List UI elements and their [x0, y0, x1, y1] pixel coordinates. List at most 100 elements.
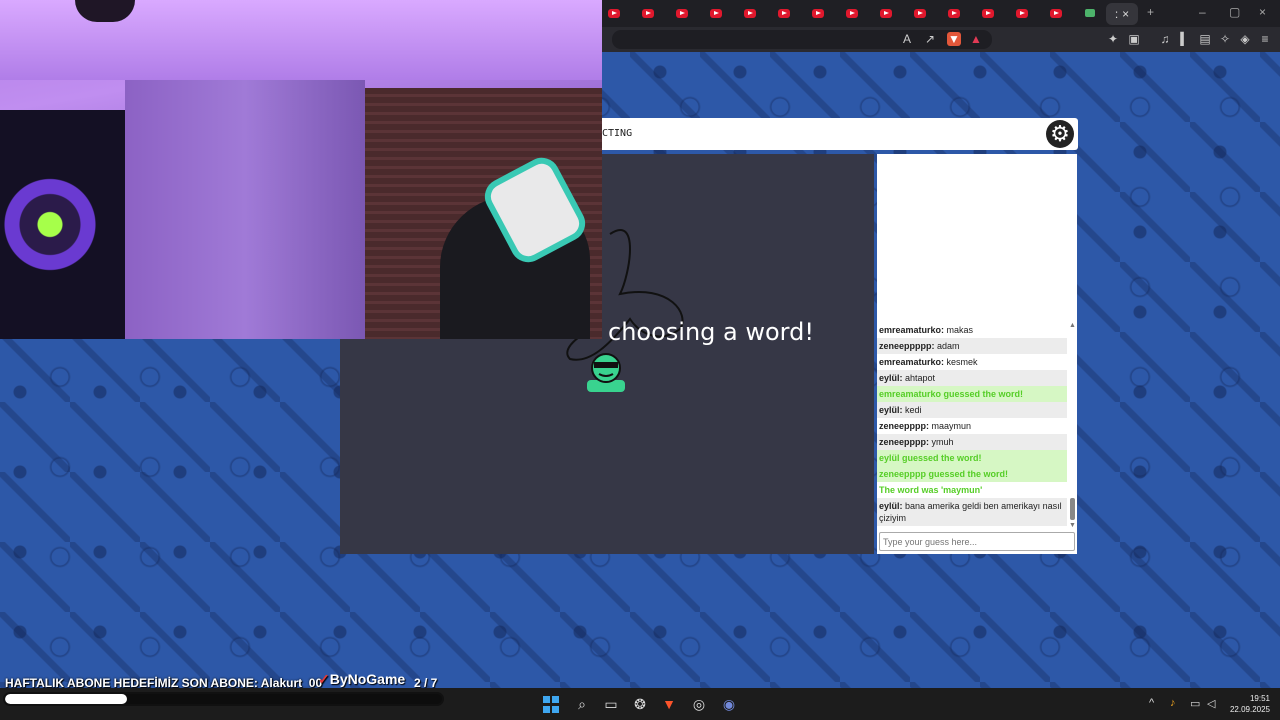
volume-icon[interactable]: ◁: [1207, 697, 1215, 710]
chatgpt-icon[interactable]: ❂: [631, 695, 649, 713]
player-avatar: [587, 353, 625, 392]
maximize-button[interactable]: ▢: [1229, 5, 1240, 19]
youtube-icon: [846, 8, 858, 18]
chat-message: eylül: ahtapot: [877, 370, 1067, 386]
chat-text: ymuh: [931, 437, 954, 447]
tab-youtube-5[interactable]: [738, 4, 762, 22]
chat-text: makas: [946, 325, 974, 335]
discord-icon[interactable]: ◉: [720, 695, 738, 713]
brave-rewards-icon[interactable]: ▲: [969, 32, 983, 46]
tab-skribbl[interactable]: [1078, 4, 1102, 22]
chat-message: emreamaturko: kesmek: [877, 354, 1067, 370]
scroll-thumb[interactable]: [1070, 498, 1075, 520]
wallet-icon[interactable]: ▤: [1198, 32, 1212, 46]
media-icon[interactable]: ♫: [1158, 32, 1172, 46]
chat-message: emreamaturko: makas: [877, 322, 1067, 338]
youtube-icon: [642, 8, 654, 18]
tab-youtube-12[interactable]: [976, 4, 1000, 22]
progress-fill: [5, 694, 128, 704]
tab-youtube-3[interactable]: [670, 4, 694, 22]
tab-youtube-1[interactable]: [602, 4, 626, 22]
network-icon[interactable]: ▭: [1190, 697, 1200, 710]
chat-message: eylül: kedi: [877, 402, 1067, 418]
clock-time: 19:51: [1249, 694, 1270, 703]
chat-message: eylül guessed the word!: [877, 450, 1067, 466]
brave-shield-icon[interactable]: ▼: [947, 32, 961, 46]
chat-username: emreamaturko:: [879, 357, 945, 367]
chat-username: zeneeppppp:: [879, 341, 935, 351]
chat-text: emreamaturko guessed the word!: [879, 389, 1024, 399]
chat-username: eylül:: [879, 373, 903, 383]
close-window-button[interactable]: ×: [1259, 5, 1266, 19]
webcam-wall: [125, 80, 365, 339]
minimize-button[interactable]: –: [1199, 5, 1206, 19]
share-icon[interactable]: ↗: [923, 32, 937, 46]
vpn-icon[interactable]: ◈: [1238, 32, 1252, 46]
chat-message: zeneeppppp: adam: [877, 338, 1067, 354]
brand-name: ByNoGame: [329, 671, 406, 687]
webcam-overlay: [0, 0, 602, 339]
skribbl-favicon-icon: [1085, 9, 1095, 17]
chat-text: bana amerika geldi ben amerikayı nasıl ç…: [879, 501, 1062, 523]
tab-youtube-4[interactable]: [704, 4, 728, 22]
tray-overflow-icon[interactable]: ^: [1149, 697, 1154, 709]
leo-ai-icon[interactable]: ✧: [1218, 32, 1232, 46]
youtube-icon: [948, 8, 960, 18]
brave-browser-icon[interactable]: ▼: [660, 695, 678, 713]
guess-input[interactable]: [879, 532, 1075, 551]
tab-favicon-icon: :: [1114, 7, 1119, 21]
youtube-icon: [1016, 8, 1028, 18]
youtube-icon: [982, 8, 994, 18]
chat-message: zeneepppp: ymuh: [877, 434, 1067, 450]
start-windows-icon[interactable]: [543, 696, 561, 714]
brand-mark-icon: ✓: [318, 671, 330, 687]
translate-icon[interactable]: A: [900, 32, 914, 46]
tab-active[interactable]: : ×: [1106, 3, 1138, 25]
chat-message-list[interactable]: emreamaturko: makas zeneeppppp: adam emrea…: [877, 322, 1067, 530]
youtube-icon: [914, 8, 926, 18]
game-header: [602, 118, 1078, 150]
tab-youtube-8[interactable]: [840, 4, 864, 22]
settings-gear-icon[interactable]: ⚙: [1046, 120, 1074, 148]
taskbar-clock[interactable]: 19:51 22.09.2025: [1226, 693, 1270, 715]
scroll-down-arrow-icon[interactable]: ▼: [1069, 522, 1076, 529]
microphone-icon[interactable]: ♪: [1170, 697, 1176, 709]
subscriber-progress-bar: [3, 692, 444, 706]
youtube-icon: [880, 8, 892, 18]
new-tab-button[interactable]: +: [1147, 5, 1154, 19]
tab-youtube-10[interactable]: [908, 4, 932, 22]
chat-panel: emreamaturko: makas zeneeppppp: adam emrea…: [877, 154, 1077, 554]
youtube-icon: [744, 8, 756, 18]
chat-message: eylül: bana amerika geldi ben amerikayı …: [877, 498, 1067, 526]
menu-icon[interactable]: ≡: [1258, 32, 1272, 46]
tab-youtube-6[interactable]: [772, 4, 796, 22]
chat-message: The word was 'maymun': [877, 482, 1067, 498]
chat-username: zeneepppp:: [879, 421, 930, 431]
tab-youtube-2[interactable]: [636, 4, 660, 22]
tab-youtube-11[interactable]: [942, 4, 966, 22]
choosing-word-text: choosing a word!: [608, 318, 814, 346]
chat-message: zeneepppp guessed the word!: [877, 466, 1067, 482]
search-icon[interactable]: ⌕: [573, 695, 591, 713]
chat-username: eylül:: [879, 501, 903, 511]
tab-close-icon[interactable]: ×: [1122, 7, 1129, 21]
tab-youtube-7[interactable]: [806, 4, 830, 22]
extensions-icon[interactable]: ✦: [1106, 32, 1120, 46]
chat-scrollbar[interactable]: ▲ ▼: [1069, 322, 1077, 530]
clock-date: 22.09.2025: [1229, 705, 1270, 714]
chat-text: maaymun: [931, 421, 972, 431]
tab-youtube-14[interactable]: [1044, 4, 1068, 22]
chat-text: ahtapot: [905, 373, 936, 383]
youtube-icon: [608, 8, 620, 18]
tab-youtube-13[interactable]: [1010, 4, 1034, 22]
tab-youtube-9[interactable]: [874, 4, 898, 22]
obs-icon[interactable]: ◎: [690, 695, 708, 713]
youtube-icon: [710, 8, 722, 18]
sidebar-icon[interactable]: ▍: [1178, 32, 1192, 46]
chat-text: kesmek: [946, 357, 978, 367]
chat-username: eylül:: [879, 405, 903, 415]
task-view-icon[interactable]: ▭: [602, 695, 620, 713]
scroll-up-arrow-icon[interactable]: ▲: [1069, 322, 1076, 329]
screenshot-icon[interactable]: ▣: [1127, 32, 1141, 46]
chat-username: zeneepppp:: [879, 437, 930, 447]
